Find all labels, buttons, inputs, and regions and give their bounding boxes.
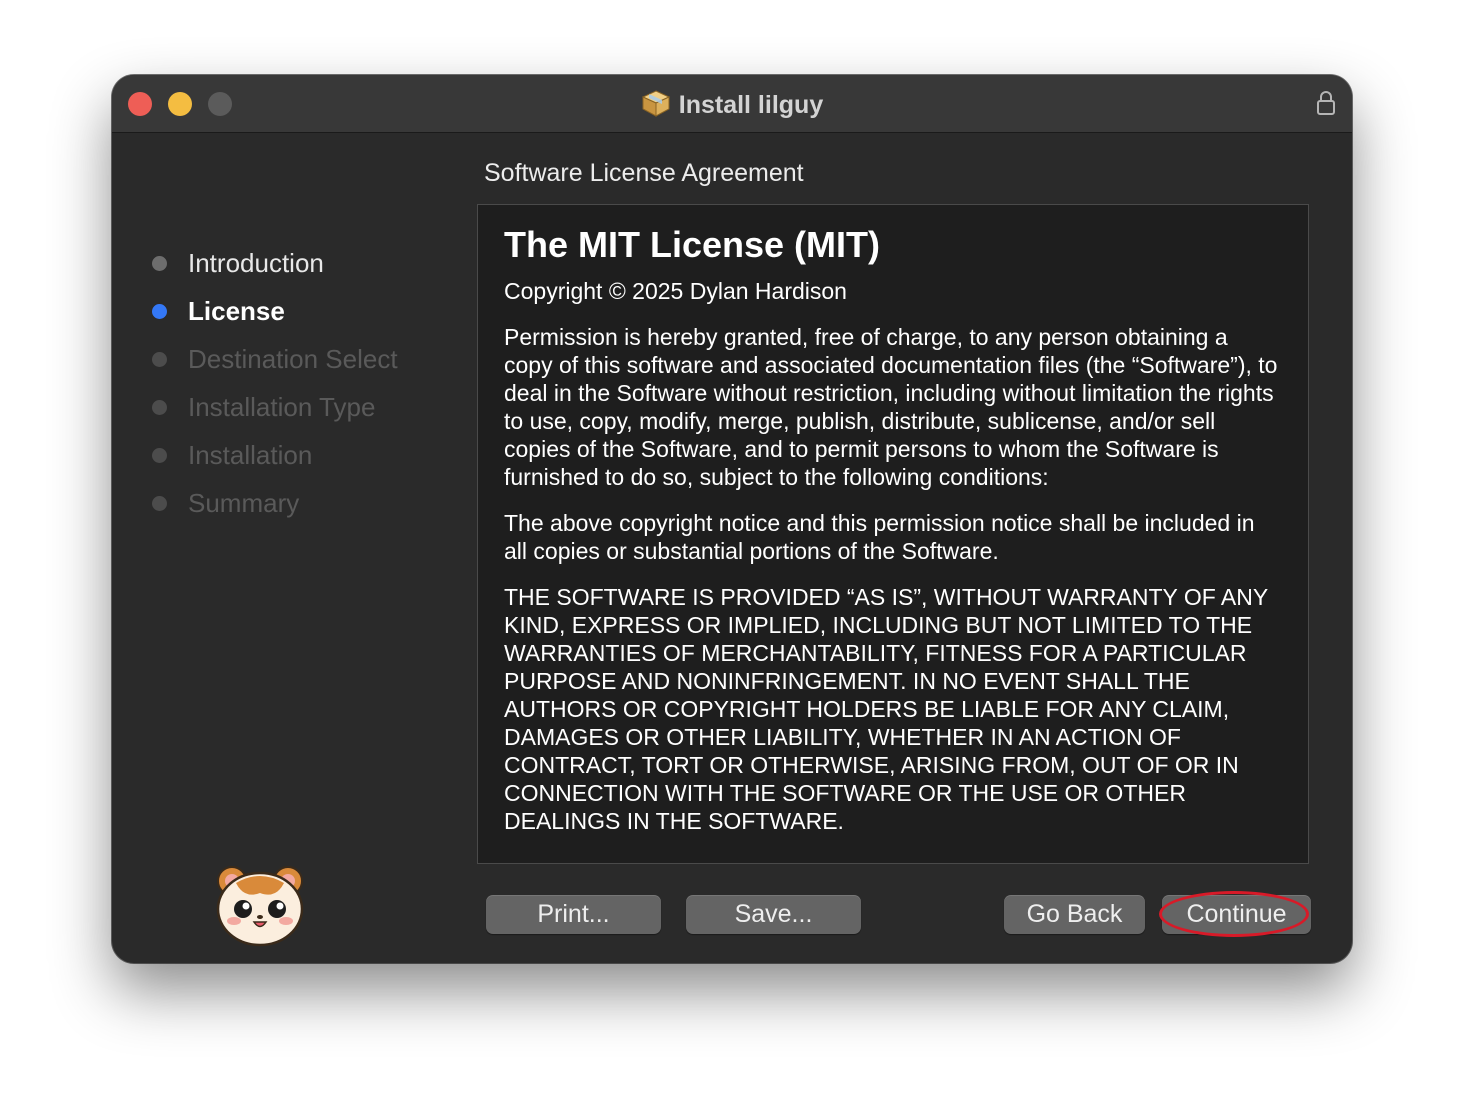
title-bar: Install lilguy [112,75,1352,133]
step-label: Installation [188,440,313,470]
section-title: Software License Agreement [484,159,804,187]
license-paragraph: The above copyright notice and this perm… [504,510,1255,564]
step-dot [152,496,167,511]
save-button[interactable]: Save... [686,895,861,934]
window-title: Install lilguy [678,91,824,119]
step-summary: Summary [148,479,398,527]
license-paragraph: Permission is hereby granted, free of ch… [504,324,1278,490]
installer-window: Install lilguy Introduction License Dest… [112,75,1352,963]
license-content: The MIT License (MIT) Copyright © 2025 D… [478,205,1308,835]
license-heading: The MIT License (MIT) [504,224,881,265]
print-button[interactable]: Print... [486,895,661,934]
lock-icon[interactable] [1316,89,1336,117]
license-text-view[interactable]: The MIT License (MIT) Copyright © 2025 D… [477,204,1309,864]
step-destination-select: Destination Select [148,335,398,383]
step-dot [152,256,167,271]
license-paragraph: THE SOFTWARE IS PROVIDED “AS IS”, WITHOU… [504,584,1268,834]
window-title-area: Install lilguy [112,89,1352,124]
go-back-button[interactable]: Go Back [1004,895,1145,934]
step-dot [152,400,167,415]
continue-button[interactable]: Continue [1162,895,1311,934]
hamster-mascot-icon [212,863,308,947]
step-license: License [148,287,398,335]
step-label: Installation Type [188,392,376,422]
step-label: License [188,296,285,326]
step-installation: Installation [148,431,398,479]
step-dot-current [152,304,167,319]
step-label: Introduction [188,248,324,278]
step-installation-type: Installation Type [148,383,398,431]
step-label: Destination Select [188,344,398,374]
installer-steps: Introduction License Destination Select … [148,239,398,527]
license-copyright: Copyright © 2025 Dylan Hardison [504,278,847,304]
package-icon [641,89,671,124]
step-introduction: Introduction [148,239,398,287]
step-dot [152,352,167,367]
step-dot [152,448,167,463]
step-label: Summary [188,488,300,518]
